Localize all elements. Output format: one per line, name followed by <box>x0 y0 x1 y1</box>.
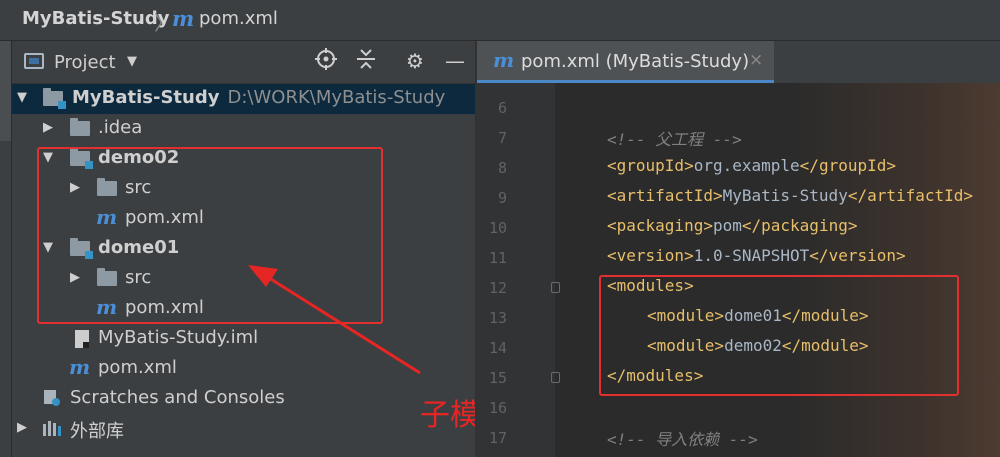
editor-tab-pom[interactable]: m pom.xml (MyBatis-Study) × <box>477 41 774 83</box>
line-number: 9 <box>497 189 507 207</box>
expanded-arrow-icon[interactable]: ▼ <box>17 90 27 105</box>
project-view-icon <box>24 53 44 69</box>
tree-label-idea: .idea <box>98 117 143 138</box>
line-gutter: 6 7 8 9 10 11 12 13 14 15 16 17 <box>477 83 560 457</box>
folder-icon <box>70 118 90 136</box>
panel-title[interactable]: Project <box>54 52 116 73</box>
line-number: 12 <box>488 279 507 297</box>
line-number: 8 <box>497 159 507 177</box>
scratches-icon <box>44 390 60 406</box>
tree-label-external-libraries: 外部库 <box>70 421 124 442</box>
tree-label-scratches: Scratches and Consoles <box>70 387 285 408</box>
code-line-9: <artifactId>MyBatis-Study</artifactId> <box>607 186 974 205</box>
code-line-17: <!-- 导入依赖 --> <box>607 430 758 449</box>
library-icon <box>43 421 61 436</box>
minimize-icon[interactable]: — <box>442 48 468 74</box>
chevron-down-icon[interactable]: ▼ <box>127 54 137 69</box>
line-number: 10 <box>488 219 507 237</box>
line-number: 14 <box>488 339 507 357</box>
breadcrumb-project[interactable]: MyBatis-Study <box>22 8 169 29</box>
left-tool-strip <box>0 41 12 457</box>
highlight-box-modules-code <box>599 275 959 396</box>
maven-icon: m <box>69 355 91 379</box>
collapsed-arrow-icon[interactable]: ▶ <box>17 420 27 435</box>
code-line-11: <version>1.0-SNAPSHOT</version> <box>607 246 906 265</box>
line-number: 17 <box>488 429 507 447</box>
editor-tab-bar: m pom.xml (MyBatis-Study) × <box>477 41 1000 83</box>
tree-row-external-libraries[interactable]: ▶ 外部库 <box>12 414 475 444</box>
gear-icon[interactable]: ⚙ <box>402 48 428 74</box>
tree-row-idea[interactable]: ▶ .idea <box>12 114 475 144</box>
collapsed-arrow-icon[interactable]: ▶ <box>43 120 53 135</box>
fold-marker-icon[interactable] <box>551 282 560 293</box>
line-number: 6 <box>497 99 507 117</box>
line-number: 16 <box>488 399 507 417</box>
maven-icon: m <box>172 6 195 31</box>
project-panel: Project ▼ ⚙ — ▼ MyBatis-Study D:\WORK\MyB… <box>12 41 475 457</box>
iml-file-icon <box>75 330 89 348</box>
maven-icon: m <box>493 48 515 72</box>
breadcrumb-separator-icon: 〉 <box>154 11 174 35</box>
project-tool-window-tab[interactable] <box>0 41 11 141</box>
code-line-10: <packaging>pom</packaging> <box>607 216 858 235</box>
tree-label-pom: pom.xml <box>98 357 177 378</box>
annotation-arrow-icon <box>248 265 421 375</box>
project-panel-header: Project ▼ ⚙ — <box>12 41 475 84</box>
tree-row-scratches[interactable]: Scratches and Consoles <box>12 384 475 414</box>
target-icon[interactable] <box>313 48 339 74</box>
code-line-8: <groupId>org.example</groupId> <box>607 156 896 175</box>
tree-row-root[interactable]: ▼ MyBatis-Study D:\WORK\MyBatis-Study <box>12 84 475 114</box>
line-number: 7 <box>497 129 507 147</box>
navigation-bar: MyBatis-Study 〉 m pom.xml <box>0 0 1000 41</box>
line-number: 15 <box>488 369 507 387</box>
code-editor[interactable]: 6 7 8 9 10 11 12 13 14 15 16 17 <!-- 父工程… <box>477 83 1000 457</box>
line-number: 11 <box>488 249 507 267</box>
tree-label-root: MyBatis-Study D:\WORK\MyBatis-Study <box>72 87 446 108</box>
line-number: 13 <box>488 309 507 327</box>
fold-marker-icon[interactable] <box>551 372 560 383</box>
close-icon[interactable]: × <box>749 50 763 70</box>
editor-tab-label: pom.xml (MyBatis-Study) <box>521 51 750 72</box>
code-line-7: <!-- 父工程 --> <box>607 130 742 149</box>
collapse-icon[interactable] <box>353 48 379 74</box>
breadcrumb-file[interactable]: pom.xml <box>199 8 278 29</box>
root-path: D:\WORK\MyBatis-Study <box>227 87 446 108</box>
module-folder-icon <box>43 88 66 109</box>
editor-background-image <box>790 83 1000 457</box>
